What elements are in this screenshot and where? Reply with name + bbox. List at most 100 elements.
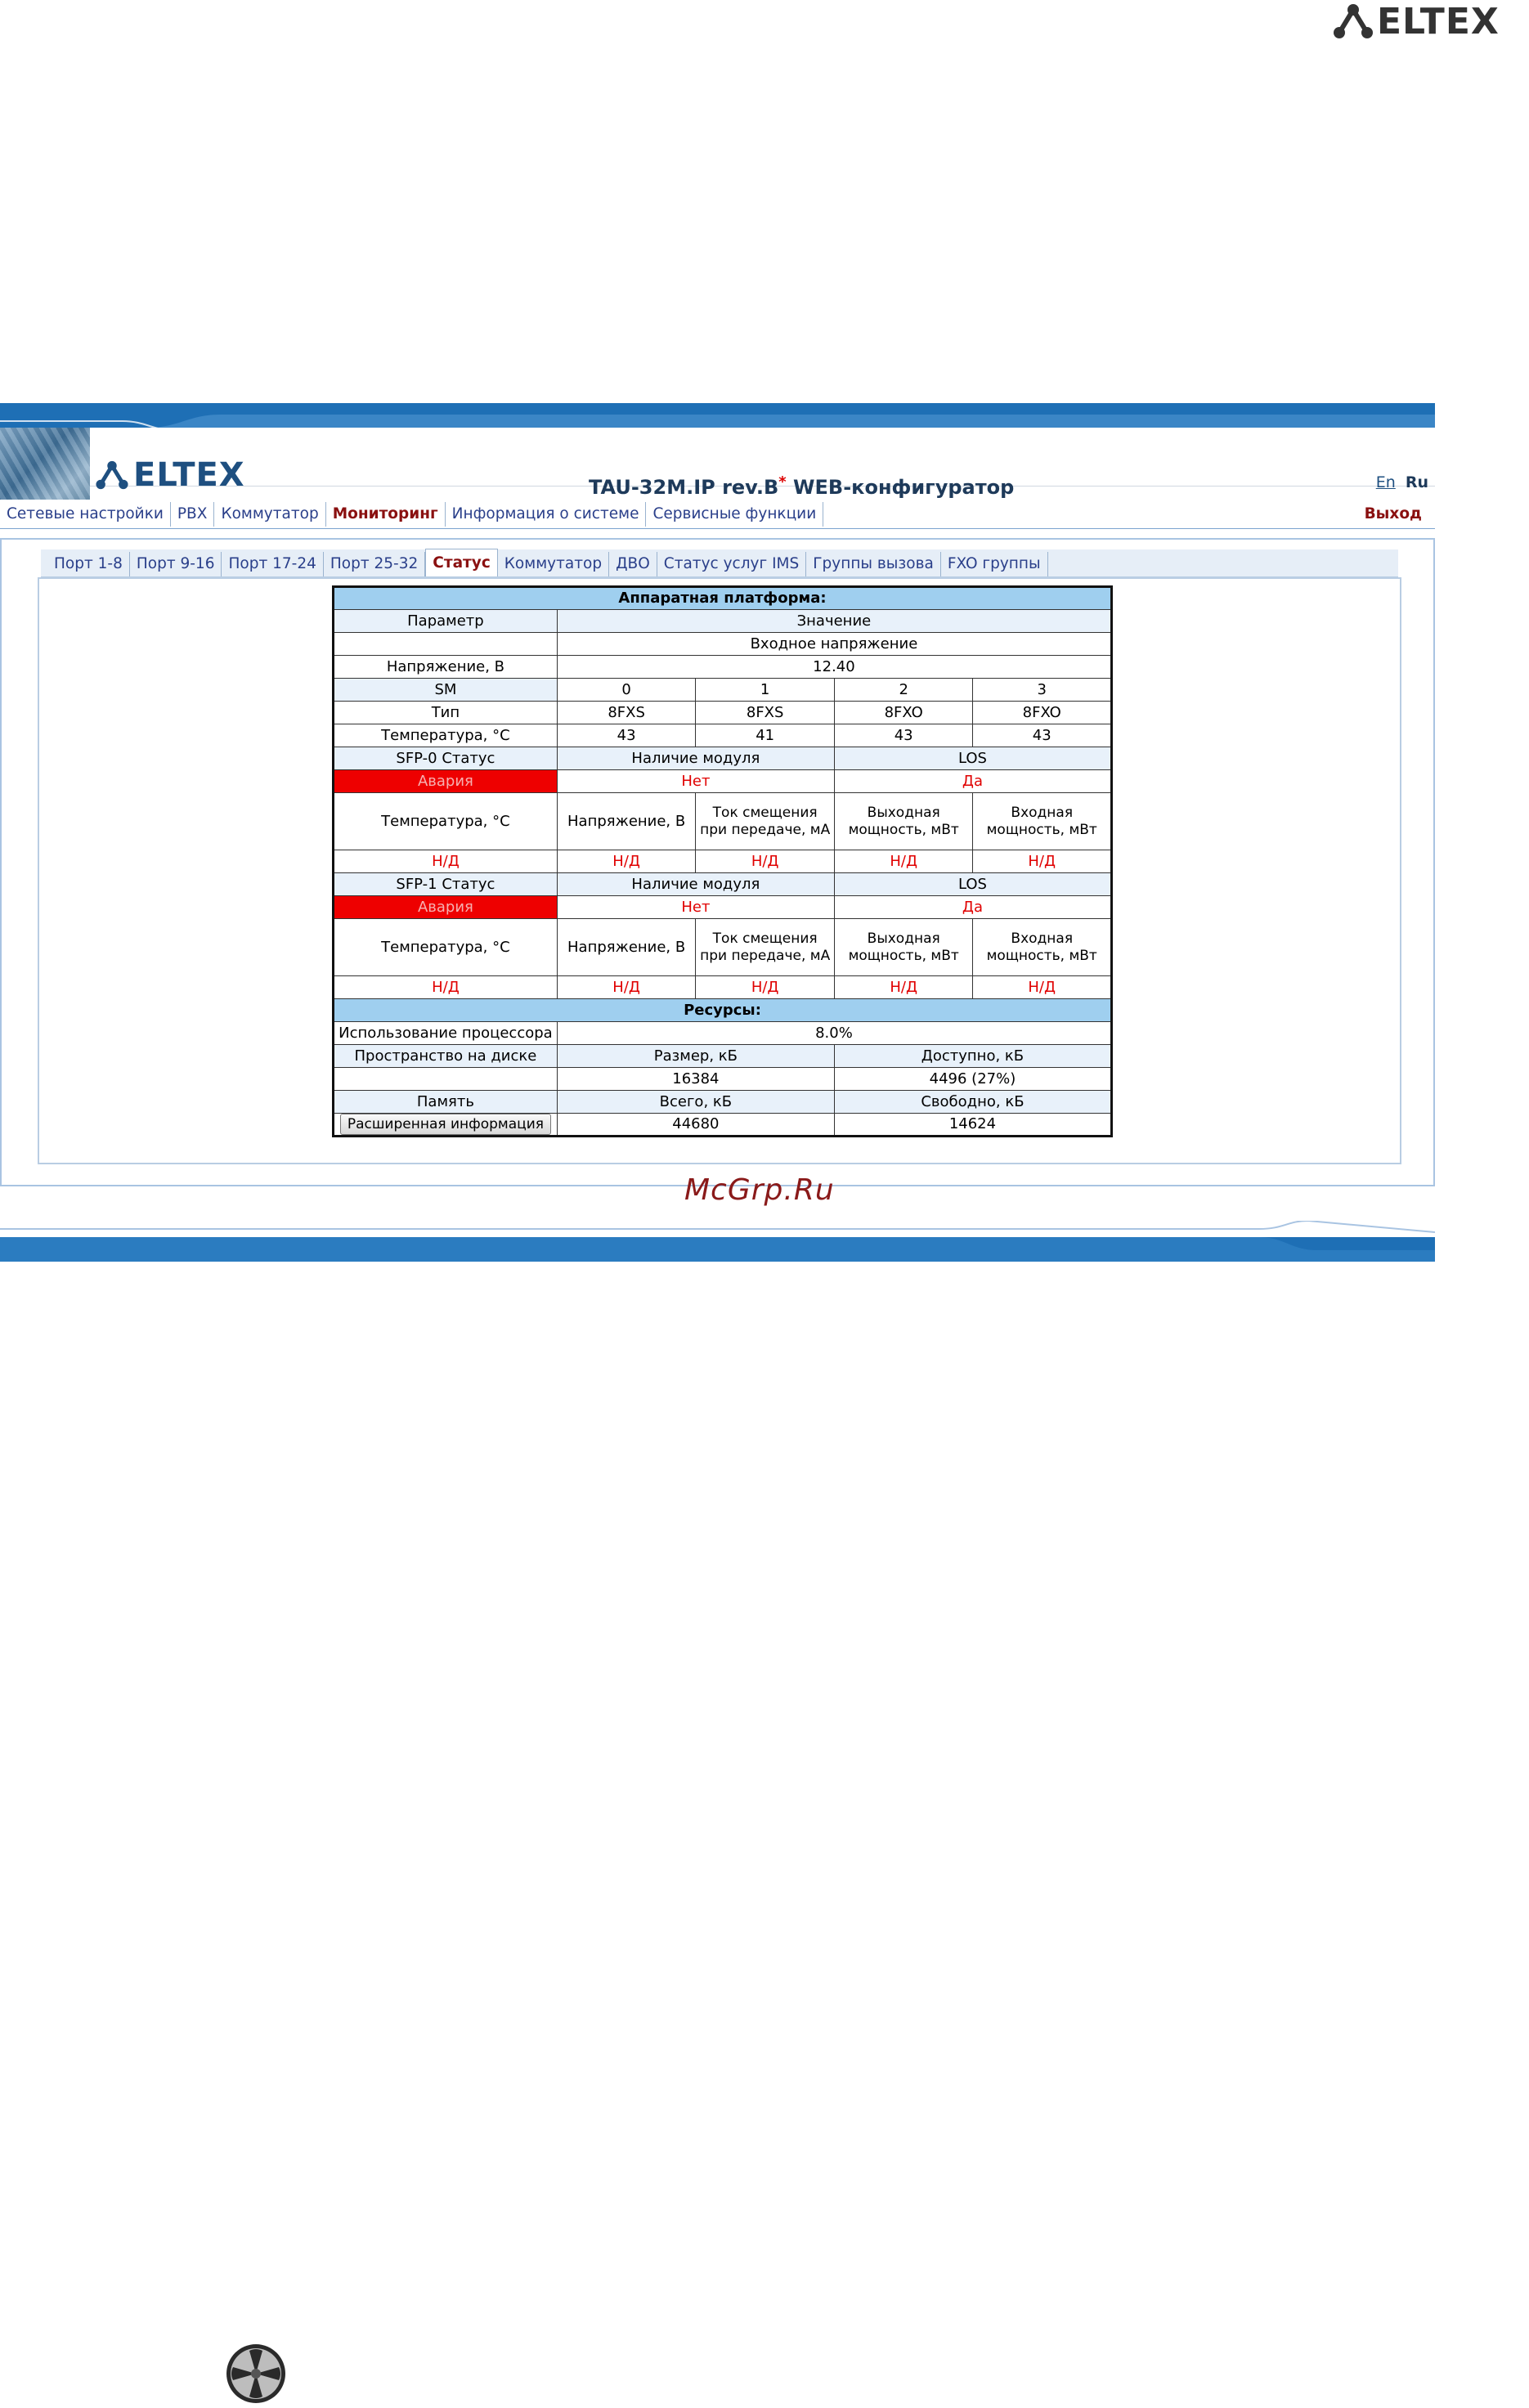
content-area: Порт 1-8 Порт 9-16 Порт 17-24 Порт 25-32… (0, 538, 1435, 1186)
sfp1-module-presence-value: Нет (556, 895, 835, 919)
sm-cell: 1 (695, 678, 835, 702)
menu-system-info[interactable]: Информация о системе (446, 501, 647, 527)
sfp1-in-power-value: Н/Д (972, 975, 1112, 999)
voltage-value: 12.40 (556, 655, 1113, 679)
sfp1-los-value: Да (833, 895, 1113, 919)
sfp0-in-power-header: Входная мощность, мВт (972, 792, 1112, 850)
input-voltage-header: Входное напряжение (556, 632, 1113, 656)
status-table: Аппаратная платформа: Параметр Значение … (332, 585, 1113, 1137)
cpu-label: Использование процессора (333, 1021, 558, 1045)
memory-free-header: Свободно, кБ (833, 1090, 1113, 1114)
menu-network-settings[interactable]: Сетевые настройки (0, 501, 171, 527)
sfp0-module-presence-value: Нет (556, 769, 835, 793)
temp-cell: 41 (695, 724, 835, 747)
sfp1-status-label: SFP-1 Статус (333, 872, 558, 896)
footer-band (0, 1221, 1435, 1262)
sfp1-module-presence-header: Наличие модуля (556, 872, 835, 896)
menu-service-functions[interactable]: Сервисные функции (646, 501, 824, 527)
tab-port-9-16[interactable]: Порт 9-16 (130, 552, 222, 576)
eltex-header-logo-icon (96, 460, 128, 490)
logout-link[interactable]: Выход (1365, 505, 1435, 522)
extended-info-button[interactable]: Расширенная информация (339, 1114, 551, 1135)
temp-cell: 43 (556, 724, 697, 747)
sfp0-status-label: SFP-0 Статус (333, 747, 558, 770)
type-cell: 8FXS (695, 701, 835, 724)
sfp1-los-header: LOS (833, 872, 1113, 896)
sfp1-in-power-header: Входная мощность, мВт (972, 918, 1112, 976)
sfp1-temp-value: Н/Д (333, 975, 558, 999)
tab-port-25-32[interactable]: Порт 25-32 (324, 552, 426, 576)
monitoring-subtabs: Порт 1-8 Порт 9-16 Порт 17-24 Порт 25-32… (41, 549, 1398, 577)
sfp1-alarm-badge: Авария (333, 895, 558, 919)
empty-cell (333, 1067, 558, 1091)
voltage-label: Напряжение, В (333, 655, 558, 679)
hw-section-title: Аппаратная платформа: (333, 586, 1112, 610)
disk-size-value: 16384 (556, 1067, 835, 1091)
web-configurator-screenshot: ELTEX TAU-32M.IP rev.B* WEB-конфигуратор… (0, 403, 1435, 1262)
temp-label: Температура, °С (333, 724, 558, 747)
empty-cell (333, 632, 558, 656)
type-cell: 8FXO (833, 701, 974, 724)
temp-cell: 43 (833, 724, 974, 747)
tab-call-groups[interactable]: Группы вызова (806, 552, 941, 576)
sfp1-out-power-value: Н/Д (833, 975, 974, 999)
fan-icon (226, 2344, 285, 2403)
lang-ru-link[interactable]: Ru (1406, 473, 1428, 491)
disk-free-value: 4496 (27%) (833, 1067, 1113, 1091)
tab-status[interactable]: Статус (425, 549, 498, 576)
sfp1-temp-header: Температура, °С (333, 918, 558, 976)
lang-en-link[interactable]: En (1376, 473, 1396, 491)
eltex-corner-logo: ELTEX (1331, 0, 1529, 43)
cpu-value: 8.0% (556, 1021, 1113, 1045)
tab-port-1-8[interactable]: Порт 1-8 (47, 552, 130, 576)
page-title: TAU-32M.IP rev.B* WEB-конфигуратор (589, 473, 1015, 499)
temp-cell: 43 (972, 724, 1112, 747)
sfp0-los-header: LOS (833, 747, 1113, 770)
disk-free-header: Доступно, кБ (833, 1044, 1113, 1068)
tab-ims-status[interactable]: Статус услуг IMS (657, 552, 807, 576)
sm-cell: 3 (972, 678, 1112, 702)
menu-monitoring[interactable]: Мониторинг (325, 501, 446, 527)
sfp0-alarm-badge: Авария (333, 769, 558, 793)
sfp0-temp-header: Температура, °С (333, 792, 558, 850)
sfp1-voltage-header: Напряжение, В (556, 918, 697, 976)
tab-dvo[interactable]: ДВО (609, 552, 657, 576)
sfp0-voltage-header: Напряжение, В (556, 792, 697, 850)
sfp0-out-power-header: Выходная мощность, мВт (833, 792, 974, 850)
corner-logo-text: ELTEX (1377, 0, 1500, 43)
sfp1-bias-value: Н/Д (695, 975, 835, 999)
memory-label: Память (333, 1090, 558, 1114)
tab-switch[interactable]: Коммутатор (498, 552, 610, 576)
type-label: Тип (333, 701, 558, 724)
sfp0-in-power-value: Н/Д (972, 850, 1112, 873)
menu-switch[interactable]: Коммутатор (214, 501, 326, 527)
eltex-logo-icon (1334, 4, 1373, 38)
value-header: Значение (556, 609, 1113, 633)
sfp1-voltage-value: Н/Д (556, 975, 697, 999)
sfp0-temp-value: Н/Д (333, 850, 558, 873)
type-cell: 8FXS (556, 701, 697, 724)
more-info-cell: Расширенная информация (333, 1113, 558, 1137)
sfp0-module-presence-header: Наличие модуля (556, 747, 835, 770)
memory-total-header: Всего, кБ (556, 1090, 835, 1114)
param-header: Параметр (333, 609, 558, 633)
memory-free-value: 14624 (833, 1113, 1113, 1137)
sfp1-bias-header: Ток смещения при передаче, мА (695, 918, 835, 976)
sfp0-bias-header: Ток смещения при передаче, мА (695, 792, 835, 850)
sm-label: SM (333, 678, 558, 702)
menu-pbx[interactable]: PBX (171, 501, 215, 527)
app-header: ELTEX TAU-32M.IP rev.B* WEB-конфигуратор… (0, 428, 1435, 518)
main-menu: Сетевые настройки PBX Коммутатор Монитор… (0, 500, 1435, 529)
watermark: McGrp.Ru (684, 1173, 835, 1207)
sm-cell: 2 (833, 678, 974, 702)
header-logo-text: ELTEX (133, 456, 245, 494)
sfp1-out-power-header: Выходная мощность, мВт (833, 918, 974, 976)
disk-size-header: Размер, кБ (556, 1044, 835, 1068)
sfp0-los-value: Да (833, 769, 1113, 793)
language-switch: En Ru (1376, 473, 1428, 491)
tab-port-17-24[interactable]: Порт 17-24 (222, 552, 324, 576)
disk-label: Пространство на диске (333, 1044, 558, 1068)
tab-fxo-groups[interactable]: FXO группы (941, 552, 1048, 576)
sfp0-bias-value: Н/Д (695, 850, 835, 873)
header-logo: ELTEX (94, 456, 245, 494)
